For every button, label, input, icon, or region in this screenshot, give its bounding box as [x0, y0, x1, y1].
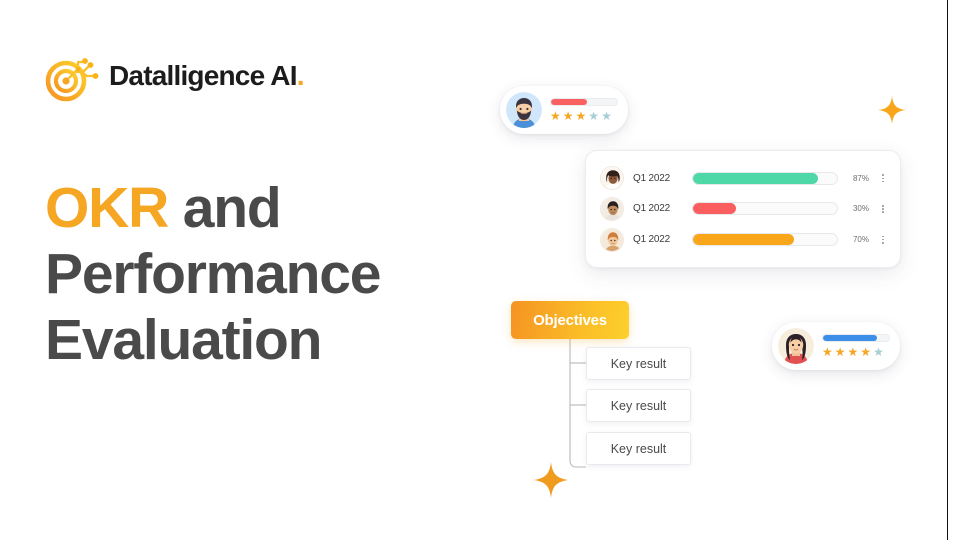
- review-progress-bar-male: [550, 98, 618, 106]
- kebab-menu-icon[interactable]: [878, 205, 888, 213]
- dark-hair-man-avatar: [600, 196, 624, 221]
- brand-logo[interactable]: Datalligence AI.: [45, 50, 304, 102]
- bearded-man-avatar: [506, 92, 542, 128]
- star-icon[interactable]: ★: [550, 110, 561, 122]
- right-edge-rule: [947, 0, 948, 540]
- page-title: OKR and Performance Evaluation: [45, 175, 381, 373]
- sparkle-top-right-icon: [878, 96, 906, 124]
- brand-wordmark: Datalligence AI.: [109, 62, 304, 90]
- star-icon[interactable]: ★: [601, 110, 612, 122]
- star-icon[interactable]: ★: [848, 346, 859, 358]
- progress-track: [692, 202, 838, 216]
- star-icon[interactable]: ★: [822, 346, 833, 358]
- brand-dot: .: [296, 60, 305, 91]
- star-icon[interactable]: ★: [860, 346, 871, 358]
- red-hair-man-avatar: [600, 227, 624, 252]
- objectives-node[interactable]: Objectives: [511, 301, 629, 339]
- star-icon[interactable]: ★: [835, 346, 846, 358]
- kebab-menu-icon[interactable]: [878, 235, 888, 244]
- review-card-female[interactable]: ★ ★ ★ ★ ★: [772, 322, 900, 370]
- rating-stars-male[interactable]: ★ ★ ★ ★ ★: [550, 110, 618, 122]
- review-meta-male: ★ ★ ★ ★ ★: [550, 98, 618, 122]
- star-icon[interactable]: ★: [576, 110, 587, 122]
- progress-track: [692, 171, 838, 185]
- kebab-menu-icon[interactable]: [878, 174, 888, 183]
- long-hair-woman-avatar: [778, 328, 814, 364]
- okr-progress-card: Q1 2022 87% Q1 2022 30% Q1 2022 70%: [585, 150, 901, 268]
- progress-percent: 30%: [852, 204, 869, 214]
- table-row[interactable]: Q1 2022 30%: [600, 196, 888, 221]
- progress-track: [692, 233, 838, 247]
- row-period-label: Q1 2022: [633, 234, 670, 246]
- sparkle-bottom-left-icon: [533, 462, 569, 498]
- table-row[interactable]: Q1 2022 87%: [600, 166, 888, 191]
- star-icon[interactable]: ★: [563, 110, 574, 122]
- star-icon[interactable]: ★: [588, 110, 599, 122]
- review-meta-female: ★ ★ ★ ★ ★: [822, 334, 890, 358]
- headline-line3: Evaluation: [45, 308, 322, 373]
- key-result-node[interactable]: Key result: [586, 389, 691, 422]
- slide-canvas: Datalligence AI. OKR and Performance Eva…: [0, 0, 961, 540]
- rating-stars-female[interactable]: ★ ★ ★ ★ ★: [822, 346, 890, 358]
- headline-line2: Performance: [45, 242, 381, 307]
- objectives-tree: Objectives Key result Key result Key res…: [511, 301, 711, 481]
- curly-hair-woman-avatar: [600, 166, 624, 191]
- bullseye-circuit-icon: [45, 58, 99, 102]
- headline-highlight: OKR: [45, 176, 169, 240]
- brand-name-text: Datalligence AI: [109, 60, 298, 91]
- star-icon[interactable]: ★: [873, 346, 884, 358]
- key-result-node[interactable]: Key result: [586, 432, 691, 465]
- key-result-node[interactable]: Key result: [586, 347, 691, 380]
- table-row[interactable]: Q1 2022 70%: [600, 227, 888, 252]
- headline-line1-rest: and: [168, 176, 282, 240]
- progress-percent: 70%: [852, 235, 869, 245]
- row-period-label: Q1 2022: [633, 203, 670, 215]
- review-card-male[interactable]: ★ ★ ★ ★ ★: [500, 86, 628, 134]
- row-period-label: Q1 2022: [633, 172, 670, 184]
- progress-percent: 87%: [852, 173, 869, 183]
- review-progress-bar-female: [822, 334, 890, 342]
